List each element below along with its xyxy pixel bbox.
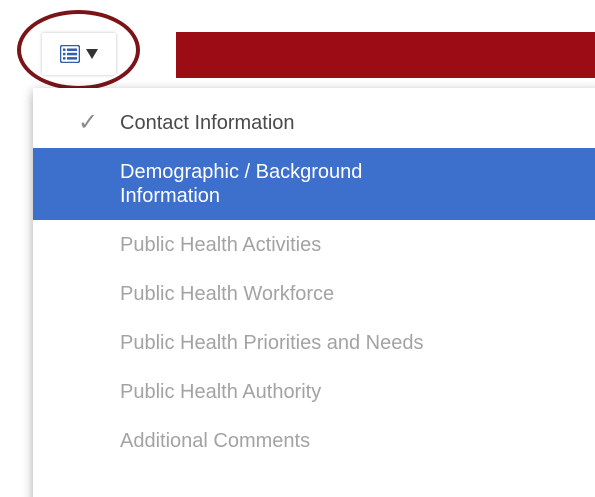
checkmark-icon: ✓ <box>78 109 99 136</box>
menu-item-label: Public Health Activities <box>120 233 322 256</box>
menu-item-contact-information[interactable]: ✓ Contact Information <box>33 98 595 148</box>
table-of-contents-dropdown: ✓ Contact Information Demographic / Back… <box>33 88 595 497</box>
header-bar <box>176 32 595 78</box>
list-icon <box>60 45 80 63</box>
menu-item-public-health-workforce[interactable]: Public Health Workforce <box>33 269 595 318</box>
menu-item-public-health-authority[interactable]: Public Health Authority <box>33 367 595 416</box>
menu-item-label: Public Health Workforce <box>120 282 335 305</box>
menu-item-public-health-activities[interactable]: Public Health Activities <box>33 220 595 269</box>
caret-down-icon <box>86 49 98 59</box>
menu-item-label: Contact Information <box>120 112 295 134</box>
menu-item-demographic-background-information[interactable]: Demographic / Background Information <box>33 148 595 220</box>
menu-item-additional-comments[interactable]: Additional Comments <box>33 416 595 465</box>
menu-item-label: Additional Comments <box>120 429 311 452</box>
table-of-contents-toggle-button[interactable] <box>42 33 116 75</box>
menu-item-label: Demographic / Background Information <box>120 161 363 207</box>
menu-item-label: Public Health Priorities and Needs <box>120 331 424 354</box>
menu-item-public-health-priorities-and-needs[interactable]: Public Health Priorities and Needs <box>33 318 595 367</box>
menu-item-label: Public Health Authority <box>120 380 322 403</box>
menu-list: ✓ Contact Information Demographic / Back… <box>33 88 595 465</box>
screen: ✓ Contact Information Demographic / Back… <box>0 0 595 497</box>
